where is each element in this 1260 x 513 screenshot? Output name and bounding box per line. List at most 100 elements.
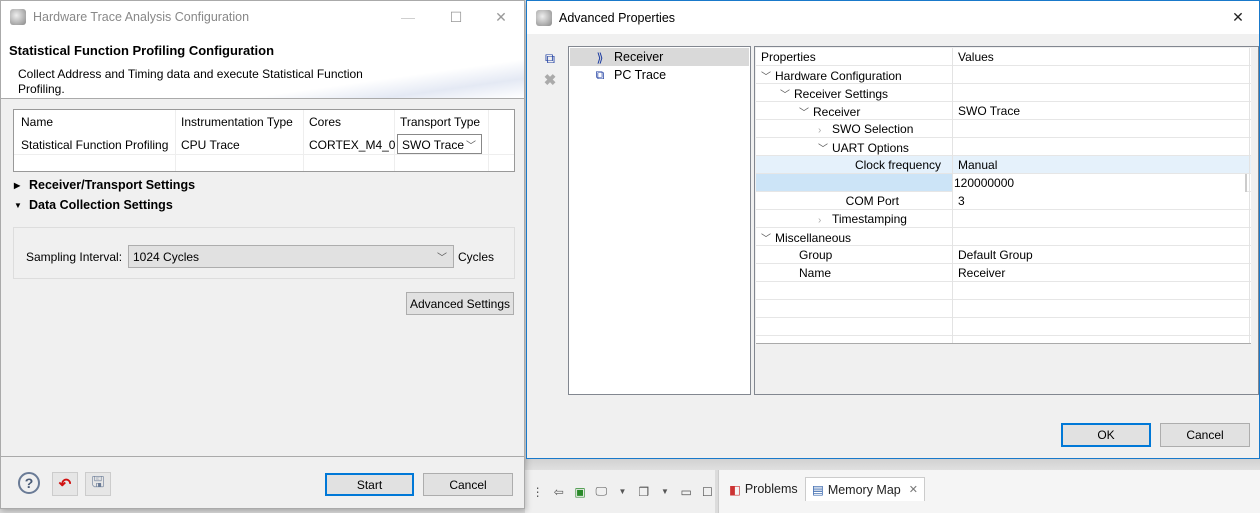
cell-cores[interactable]: CORTEX_M4_0 (309, 138, 395, 152)
chevron-down-icon[interactable]: ﹀ (761, 68, 775, 83)
chevron-down-icon[interactable]: ﹀ (818, 140, 832, 155)
column-name: Name Statistical Function Profiling (14, 110, 176, 171)
advanced-properties-dialog: Advanced Properties ✕ ⧉ ✖ ⟫ Receiver ⧉ P… (526, 0, 1260, 459)
dropdown-icon[interactable]: ▼ (657, 484, 672, 500)
title-bar: Advanced Properties ✕ (527, 1, 1259, 34)
column-separator[interactable] (952, 48, 953, 343)
maximize-button[interactable]: ☐ (433, 1, 479, 33)
restore-defaults-icon: ↶ (58, 476, 72, 493)
problems-icon: ◧ (729, 482, 741, 497)
pin-icon[interactable]: ▣ (572, 484, 587, 500)
page-description: Collect Address and Timing data and exec… (18, 67, 363, 96)
properties-panel: Properties Values ﹀ Hardware Configuratio… (754, 46, 1259, 395)
close-tab-icon[interactable]: ✕ (909, 483, 918, 496)
layout-icon[interactable]: ⋮ (530, 484, 545, 500)
column-instrumentation: Instrumentation Type CPU Trace (176, 110, 304, 171)
ok-button[interactable]: OK (1061, 423, 1151, 447)
cancel-button[interactable]: Cancel (423, 473, 513, 496)
receiver-icon: ⟫ (596, 50, 604, 65)
configuration-table: Name Statistical Function Profiling Inst… (13, 109, 515, 172)
section-receiver-transport[interactable]: ▶ Receiver/Transport Settings (14, 178, 195, 192)
properties-header: Properties Values (756, 48, 1251, 66)
property-row[interactable]: ﹀ Miscellaneous (756, 228, 1251, 246)
column-separator (1249, 48, 1250, 343)
row-divider (14, 154, 514, 155)
sampling-interval-select[interactable]: 1024 Cycles ﹀ (128, 245, 454, 268)
chevron-down-icon[interactable]: ﹀ (761, 230, 775, 245)
property-row[interactable]: ﹀ Receiver Settings (756, 84, 1251, 102)
property-row[interactable]: Group Default Group (756, 246, 1251, 264)
property-row[interactable]: › Timestamping (756, 210, 1251, 228)
selected-cell (756, 174, 952, 191)
close-button[interactable]: ✕ (478, 1, 524, 33)
maximize-icon[interactable]: ☐ (700, 484, 715, 500)
dropdown-icon[interactable]: ▼ (615, 484, 630, 500)
ide-bottom-tabs: ◧ Problems ▤ Memory Map ✕ (718, 470, 1260, 513)
chevron-right-icon[interactable]: › (818, 125, 832, 136)
close-button[interactable]: ✕ (1215, 1, 1260, 33)
chevron-down-icon: ﹀ (466, 141, 476, 152)
expand-arrow-icon: ▶ (14, 180, 21, 190)
property-row-com-port[interactable]: COM Port 3 (756, 192, 1251, 210)
app-icon (536, 9, 552, 26)
empty-row (756, 300, 1251, 318)
footer-divider (1, 456, 524, 457)
empty-row (756, 282, 1251, 300)
navigation-tree: ⟫ Receiver ⧉ PC Trace (568, 46, 751, 395)
page-title: Statistical Function Profiling Configura… (9, 43, 275, 58)
display-icon[interactable]: 🖵 (594, 484, 609, 500)
start-button[interactable]: Start (325, 473, 414, 496)
memory-map-icon: ▤ (812, 483, 824, 497)
add-icon[interactable]: ⧉ (541, 49, 559, 67)
property-row-clock-frequency[interactable]: Clock frequency Manual (756, 156, 1251, 174)
column-header[interactable]: Transport Type (400, 115, 480, 129)
cycles-unit-label: Cycles (458, 250, 495, 264)
ide-panel-divider (525, 458, 1260, 470)
collapse-arrow-icon: ▼ (14, 200, 22, 210)
side-toolbar: ⧉ ✖ (541, 49, 561, 90)
save-icon: 🖫 (91, 473, 105, 491)
properties-table: Properties Values ﹀ Hardware Configuratio… (756, 48, 1251, 343)
dialog-header: Statistical Function Profiling Configura… (1, 33, 524, 99)
nav-item-receiver[interactable]: ⟫ Receiver (570, 48, 749, 66)
property-row[interactable]: › SWO Selection (756, 120, 1251, 138)
chevron-down-icon[interactable]: ﹀ (780, 86, 794, 101)
help-icon: ? (24, 475, 34, 491)
hardware-trace-config-dialog: Hardware Trace Analysis Configuration — … (0, 0, 525, 509)
sampling-interval-label: Sampling Interval: (26, 250, 123, 264)
chevron-down-icon: ﹀ (437, 253, 447, 264)
tab-memory-map[interactable]: ▤ Memory Map ✕ (805, 477, 925, 501)
cancel-button[interactable]: Cancel (1160, 423, 1250, 447)
import-icon[interactable]: ⇦ (551, 484, 566, 500)
transport-type-select[interactable]: SWO Trace ﹀ (397, 134, 482, 154)
remove-icon[interactable]: ✖ (541, 71, 559, 89)
empty-row (756, 318, 1251, 336)
property-row[interactable]: Name Receiver (756, 264, 1251, 282)
property-row[interactable]: ﹀ Hardware Configuration (756, 66, 1251, 84)
column-header[interactable]: Name (21, 115, 53, 129)
tab-problems[interactable]: ◧ Problems (723, 477, 804, 501)
column-header[interactable]: Cores (309, 115, 341, 129)
column-header[interactable]: Instrumentation Type (181, 115, 293, 129)
save-button[interactable]: 🖫 (85, 472, 111, 496)
app-icon (10, 9, 26, 25)
pc-trace-icon: ⧉ (595, 67, 605, 82)
help-button[interactable]: ? (18, 472, 40, 494)
chevron-right-icon[interactable]: › (818, 215, 832, 226)
restore-defaults-button[interactable]: ↶ (52, 472, 78, 496)
ide-toolbar: ⋮ ⇦ ▣ 🖵 ▼ ❐ ▼ ▭ ☐ (525, 470, 715, 513)
cell-instrumentation-type[interactable]: CPU Trace (181, 138, 240, 152)
clock-frequency-input[interactable]: 120000000 (953, 174, 1247, 192)
properties-divider (756, 343, 1251, 344)
property-row[interactable]: ﹀ UART Options (756, 138, 1251, 156)
minimize-button[interactable]: — (385, 1, 431, 33)
new-window-icon[interactable]: ❐ (636, 484, 651, 500)
property-row-editing[interactable]: 120000000 (756, 174, 1251, 192)
advanced-settings-button[interactable]: Advanced Settings (406, 292, 514, 315)
chevron-down-icon[interactable]: ﹀ (799, 104, 813, 119)
minimize-icon[interactable]: ▭ (679, 484, 694, 500)
section-data-collection[interactable]: ▼ Data Collection Settings (14, 198, 173, 212)
property-row[interactable]: ﹀ Receiver SWO Trace (756, 102, 1251, 120)
cell-name[interactable]: Statistical Function Profiling (21, 138, 168, 152)
nav-item-pc-trace[interactable]: ⧉ PC Trace (570, 66, 749, 84)
